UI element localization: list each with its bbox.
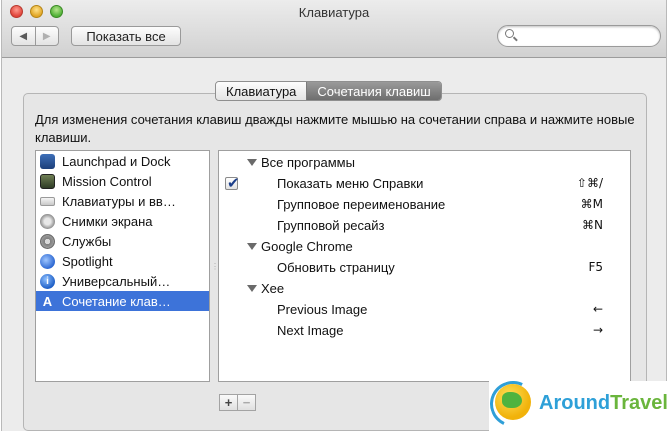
category-label: Снимки экрана [62, 213, 153, 229]
shortcut-row[interactable]: Previous Image ← [219, 300, 630, 320]
accessibility-icon: i [40, 273, 55, 289]
category-accessibility[interactable]: i Универсальный… [36, 271, 209, 291]
keyboard-icon [40, 196, 55, 206]
group-name: Xee [261, 281, 285, 296]
category-label: Сочетание клав… [62, 293, 171, 309]
tab-keyboard[interactable]: Клавиатура [216, 82, 307, 100]
category-keyboard-input[interactable]: Клавиатуры и вв… [36, 191, 209, 211]
shortcut-label: Обновить страницу [277, 260, 395, 275]
tab-bar: Клавиатура Сочетания клавиш [215, 81, 442, 101]
category-services[interactable]: Службы [36, 231, 209, 251]
group-row[interactable]: Xee [219, 279, 630, 299]
group-name: Все программы [261, 155, 355, 170]
category-label: Клавиатуры и вв… [62, 193, 176, 209]
watermark-logo: AroundTravels [483, 374, 668, 433]
shortcut-label: Групповой ресайз [277, 218, 385, 233]
forward-arrow-icon[interactable]: ▶ [34, 27, 59, 45]
disclosure-triangle-icon[interactable] [247, 285, 257, 292]
launchpad-icon [40, 153, 55, 169]
tab-keyboard-shortcuts[interactable]: Сочетания клавиш [306, 82, 441, 100]
shortcut-row[interactable]: ✔ Показать меню Справки ⇧⌘/ [219, 174, 630, 194]
spotlight-icon [40, 253, 55, 269]
shortcut-keys[interactable]: → [593, 323, 603, 337]
show-all-button[interactable]: Показать все [71, 26, 181, 46]
instructions-text: Для изменения сочетания клавиш дважды на… [35, 112, 635, 145]
category-mission-control[interactable]: Mission Control [36, 171, 209, 191]
shortcut-row[interactable]: Next Image → [219, 321, 630, 341]
shortcut-label: Показать меню Справки [277, 176, 424, 191]
category-list: Launchpad и Dock Mission Control Клавиат… [35, 150, 210, 382]
shortcut-label: Next Image [277, 323, 344, 338]
shortcut-label: Previous Image [277, 302, 368, 317]
category-label: Универсальный… [62, 273, 171, 289]
mission-control-icon [40, 173, 55, 189]
search-icon [505, 29, 514, 38]
disclosure-triangle-icon[interactable] [247, 159, 257, 166]
category-label: Mission Control [62, 173, 152, 189]
gear-icon [40, 233, 55, 249]
watermark-text: AroundTravels [539, 392, 668, 414]
disclosure-triangle-icon[interactable] [247, 243, 257, 250]
shortcut-row[interactable]: Групповой ресайз ⌘N [219, 216, 630, 236]
shortcut-keys[interactable]: ⌘N [582, 218, 603, 232]
search-field[interactable] [497, 25, 661, 47]
preferences-window: Клавиатура ◀ ▶ Показать все Клавиатура С… [1, 0, 667, 431]
group-row[interactable]: Все программы [219, 153, 630, 173]
category-app-shortcuts[interactable]: A Сочетание клав… [36, 291, 209, 311]
group-name: Google Chrome [261, 239, 353, 254]
checkmark-icon: ✔ [227, 174, 240, 192]
app-shortcuts-icon: A [42, 293, 53, 309]
search-input[interactable] [520, 28, 654, 46]
shortcut-label: Групповое переименование [277, 197, 446, 212]
add-shortcut-button[interactable]: + [220, 395, 237, 410]
back-forward-control: ◀ ▶ [11, 26, 59, 46]
screenshot-icon [40, 213, 55, 229]
shortcut-keys[interactable]: ← [593, 302, 603, 316]
category-label: Spotlight [62, 253, 113, 269]
add-remove-control: + − [219, 394, 256, 411]
shortcuts-list: Все программы ✔ Показать меню Справки ⇧⌘… [218, 150, 631, 382]
group-row[interactable]: Google Chrome [219, 237, 630, 257]
globe-icon [495, 384, 531, 420]
shortcut-keys[interactable]: ⇧⌘/ [577, 176, 603, 190]
category-launchpad[interactable]: Launchpad и Dock [36, 151, 209, 171]
enable-checkbox[interactable]: ✔ [225, 174, 240, 192]
back-arrow-icon[interactable]: ◀ [12, 27, 35, 45]
category-label: Launchpad и Dock [62, 153, 171, 169]
category-spotlight[interactable]: Spotlight [36, 251, 209, 271]
window-title: Клавиатура [298, 5, 370, 20]
title-bar: Клавиатура ◀ ▶ Показать все [2, 0, 666, 58]
shortcut-keys[interactable]: F5 [588, 260, 603, 274]
shortcut-row[interactable]: Групповое переименование ⌘M [219, 195, 630, 215]
shortcut-row[interactable]: Обновить страницу F5 [219, 258, 630, 278]
category-screenshots[interactable]: Снимки экрана [36, 211, 209, 231]
splitter-handle[interactable]: ⋮ [211, 262, 219, 271]
category-label: Службы [62, 233, 112, 249]
remove-shortcut-button[interactable]: − [237, 395, 255, 410]
shortcut-keys[interactable]: ⌘M [581, 197, 603, 211]
